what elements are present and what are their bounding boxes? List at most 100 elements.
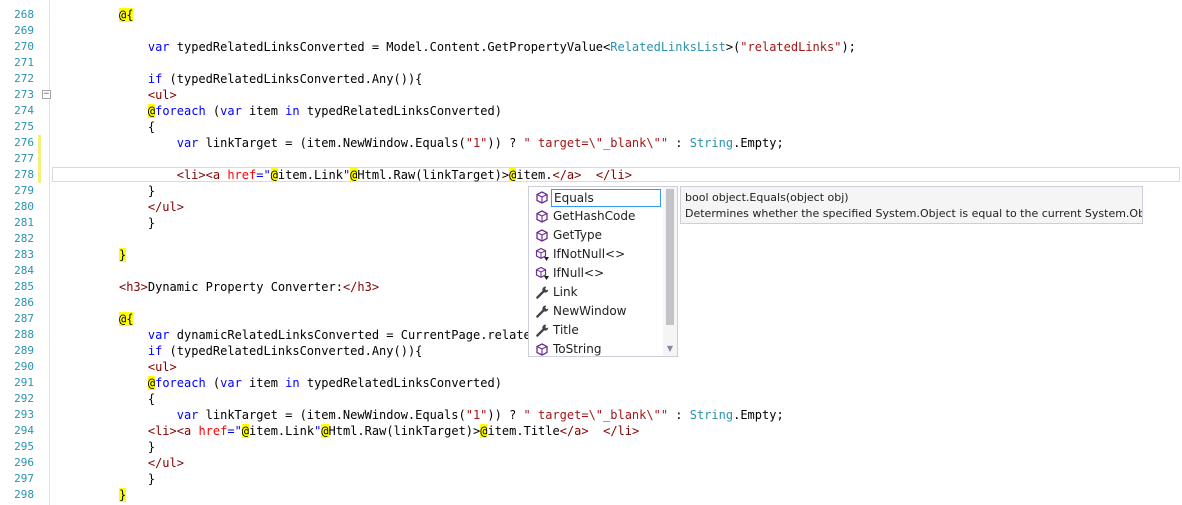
code-line[interactable]: 291 @foreach (var item in typedRelatedLin…	[0, 375, 1182, 391]
code-text[interactable]: </ul>	[148, 199, 184, 215]
code-text[interactable]: var typedRelatedLinksConverted = Model.C…	[148, 39, 856, 55]
property-wrench-icon	[534, 285, 550, 300]
code-token: var	[220, 376, 242, 390]
completion-item[interactable]: IfNull<>	[531, 264, 663, 283]
code-text[interactable]: }	[118, 247, 127, 263]
code-text[interactable]: <li><a href="@item.Link"@Html.Raw(linkTa…	[177, 167, 632, 183]
line-number: 291	[14, 376, 34, 389]
line-number: 273	[14, 88, 34, 101]
code-text[interactable]: }	[118, 487, 127, 503]
code-token: :	[668, 408, 690, 422]
code-token: dynamicRelatedLinksConverted = CurrentPa…	[169, 328, 553, 342]
code-token: in	[285, 376, 300, 390]
code-text[interactable]: var dynamicRelatedLinksConverted = Curre…	[148, 327, 553, 343]
code-token: RelatedLinksList	[610, 40, 726, 54]
completion-item[interactable]: GetHashCode	[531, 207, 663, 226]
scroll-down-arrow-icon[interactable]: ▼	[665, 344, 675, 354]
completion-scrollbar[interactable]: ▼	[663, 187, 677, 356]
line-number: 268	[14, 8, 34, 21]
line-number: 287	[14, 312, 34, 325]
code-token: <h3>	[118, 280, 148, 294]
code-text[interactable]: }	[148, 471, 155, 487]
code-text[interactable]: @foreach (var item in typedRelatedLinksC…	[147, 103, 502, 119]
code-token: }	[147, 472, 156, 486]
code-text[interactable]: var linkTarget = (item.NewWindow.Equals(…	[177, 135, 784, 151]
completion-item[interactable]: ToString	[531, 340, 663, 359]
line-number: 289	[14, 344, 34, 357]
line-number: 271	[14, 56, 34, 69]
code-text[interactable]: </ul>	[148, 455, 184, 471]
completion-item[interactable]: Link	[531, 283, 663, 302]
line-number: 275	[14, 120, 34, 133]
collapse-icon[interactable]: −	[42, 90, 51, 99]
code-text[interactable]: if (typedRelatedLinksConverted.Any()){	[148, 343, 423, 359]
code-editor[interactable]: 268 @{269 270 var typedRelatedLinksConverte…	[0, 0, 1182, 505]
code-line[interactable]: 270 var typedRelatedLinksConverted = Mode…	[0, 39, 1182, 55]
code-line[interactable]: 290 <ul>	[0, 359, 1182, 375]
code-token: (	[205, 376, 221, 390]
line-number: 274	[14, 104, 34, 117]
line-number: 292	[14, 392, 34, 405]
code-text[interactable]: <li><a href="@item.Link"@Html.Raw(linkTa…	[148, 423, 639, 439]
line-number: 280	[14, 200, 34, 213]
code-token: href	[198, 424, 228, 438]
code-token: .Empty;	[733, 408, 784, 422]
code-token: </ul>	[147, 456, 184, 470]
line-number: 285	[14, 280, 34, 293]
code-line[interactable]: 297}	[0, 471, 1182, 487]
code-line[interactable]: 294 <li><a href="@item.Link"@Html.Raw(lin…	[0, 423, 1182, 439]
code-token: item	[241, 104, 286, 118]
line-number: 278	[14, 168, 34, 181]
code-text[interactable]: }	[148, 439, 155, 455]
quick-info-tooltip: bool object.Equals(object obj) Determine…	[680, 186, 1143, 224]
completion-item-label: ToString	[553, 342, 602, 356]
code-text[interactable]: <ul>	[148, 87, 177, 103]
code-text[interactable]: }	[148, 215, 155, 231]
code-line[interactable]: 298}	[0, 487, 1182, 503]
change-marker	[38, 135, 41, 151]
code-token: linkTarget = (item.NewWindow.Equals(	[198, 408, 466, 422]
code-line[interactable]: 293 var linkTarget = (item.NewWindow.Equa…	[0, 407, 1182, 423]
code-line[interactable]: 274 @foreach (var item in typedRelatedLin…	[0, 103, 1182, 119]
code-line[interactable]: 273− <ul>	[0, 87, 1182, 103]
line-number: 276	[14, 136, 34, 149]
code-line[interactable]: 269	[0, 23, 1182, 39]
code-line[interactable]: 271	[0, 55, 1182, 71]
code-token: }	[118, 248, 127, 262]
code-line[interactable]: 276 var linkTarget = (item.NewWindow.Equa…	[0, 135, 1182, 151]
code-text[interactable]: <h3>Dynamic Property Converter:</h3>	[119, 279, 379, 295]
line-number: 279	[14, 184, 34, 197]
completion-item-label: GetType	[553, 228, 602, 242]
code-line[interactable]: 272 if (typedRelatedLinksConverted.Any())…	[0, 71, 1182, 87]
code-line[interactable]: 275 {	[0, 119, 1182, 135]
completion-item[interactable]: Title	[531, 321, 663, 340]
code-text[interactable]: }	[148, 183, 155, 199]
completion-item[interactable]: IfNotNull<>	[531, 245, 663, 264]
code-token: var	[176, 136, 199, 150]
code-token: var	[147, 328, 170, 342]
code-text[interactable]: var linkTarget = (item.NewWindow.Equals(…	[177, 407, 784, 423]
code-line[interactable]: 277	[0, 151, 1182, 167]
code-token: <li><a	[147, 424, 199, 438]
code-line[interactable]: 295}	[0, 439, 1182, 455]
completion-scroll-thumb[interactable]	[666, 189, 674, 325]
intellisense-completion-list[interactable]: Equals GetHashCode GetType IfNotNull<> IfNul…	[528, 186, 678, 357]
code-line[interactable]: 268 @{	[0, 7, 1182, 23]
code-line[interactable]: 296 </ul>	[0, 455, 1182, 471]
property-wrench-icon	[534, 323, 550, 338]
code-text[interactable]: {	[148, 119, 155, 135]
code-text[interactable]: @{	[118, 311, 134, 327]
code-text[interactable]: if (typedRelatedLinksConverted.Any()){	[148, 71, 423, 87]
code-text[interactable]: @{	[118, 7, 134, 23]
line-number: 294	[14, 424, 34, 437]
code-text[interactable]: {	[148, 391, 155, 407]
completion-item[interactable]: NewWindow	[531, 302, 663, 321]
code-line[interactable]: 292 {	[0, 391, 1182, 407]
completion-item[interactable]: Equals	[531, 188, 663, 207]
code-text[interactable]: <ul>	[148, 359, 177, 375]
code-token: Html.Raw(linkTarget)>	[328, 424, 481, 438]
completion-item-label: Equals	[551, 189, 661, 207]
completion-item[interactable]: GetType	[531, 226, 663, 245]
code-text[interactable]: @foreach (var item in typedRelatedLinksC…	[147, 375, 502, 391]
code-line[interactable]: 278 <li><a href="@item.Link"@Html.Raw(lin…	[0, 167, 1182, 183]
